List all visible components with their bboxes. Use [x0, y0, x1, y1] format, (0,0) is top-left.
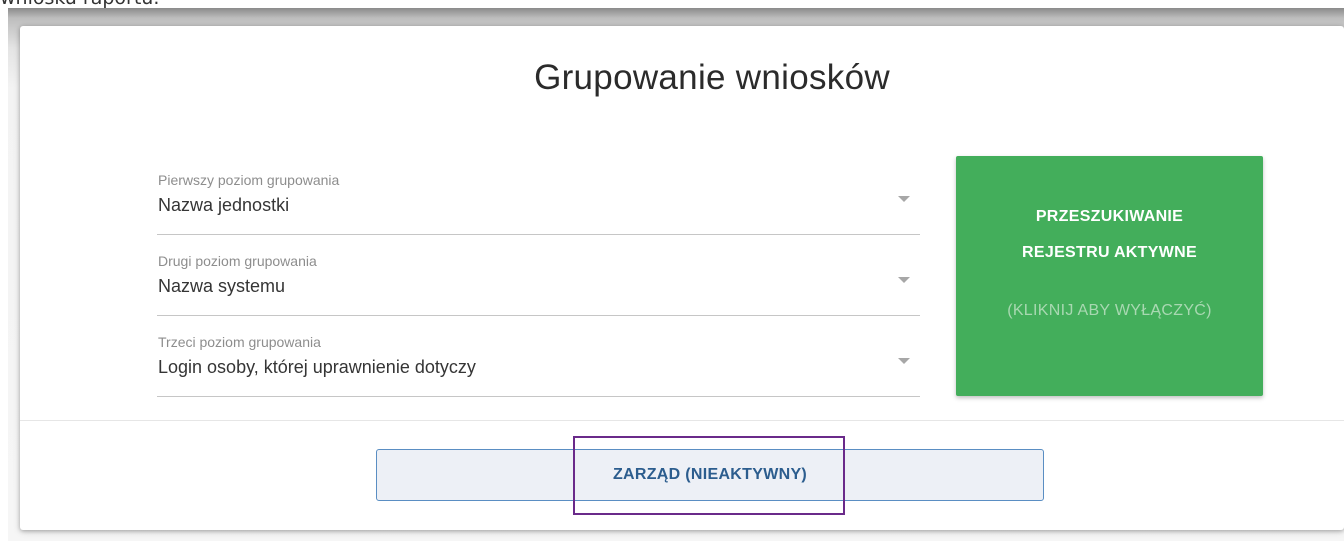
chevron-down-icon[interactable]: [898, 277, 910, 283]
second-level-value: Nazwa systemu: [158, 276, 286, 296]
first-level-label: Pierwszy poziom grupowania: [158, 172, 340, 188]
caption-text: wniosku raportu.: [0, 0, 159, 8]
page-title: Grupowanie wniosków: [534, 58, 890, 97]
page: wniosku raportu. Grupowanie wniosków Pie…: [0, 0, 1344, 541]
registry-button-line2: REJESTRU AKTYWNE: [1022, 244, 1197, 261]
registry-search-toggle-button[interactable]: PRZESZUKIWANIE REJESTRU AKTYWNE (KLIKNIJ…: [956, 156, 1263, 396]
chevron-down-icon[interactable]: [898, 358, 910, 364]
chevron-down-icon[interactable]: [898, 196, 910, 202]
second-level-label: Drugi poziom grupowania: [158, 253, 317, 269]
registry-button-line1: PRZESZUKIWANIE: [1035, 208, 1184, 225]
board-button[interactable]: ZARZĄD (NIEAKTYWNY): [376, 449, 1044, 501]
first-level-select[interactable]: Pierwszy poziom grupowania Nazwa jednost…: [157, 154, 920, 235]
registry-button-hint: (KLIKNIJ ABY WYŁĄCZYĆ): [1007, 302, 1212, 319]
third-level-value: Login osoby, której uprawnienie dotyczy: [158, 357, 476, 377]
third-level-label: Trzeci poziom grupowania: [158, 334, 321, 350]
third-level-select[interactable]: Trzeci poziom grupowania Login osoby, kt…: [157, 316, 920, 397]
first-level-value: Nazwa jednostki: [158, 195, 290, 215]
second-level-select[interactable]: Drugi poziom grupowania Nazwa systemu: [157, 235, 920, 316]
divider: [20, 420, 1344, 421]
